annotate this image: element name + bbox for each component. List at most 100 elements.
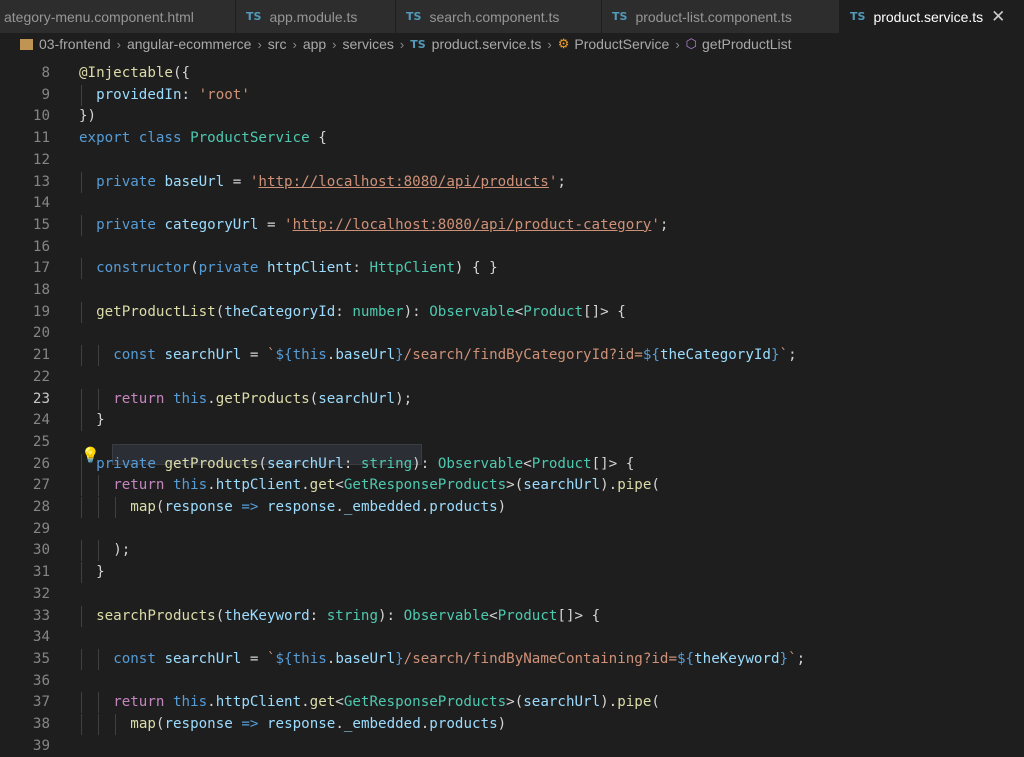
typescript-file-icon: TS <box>410 37 426 51</box>
code-text: searchProducts(theKeyword: string): Obse… <box>96 607 601 624</box>
code-line: 38 map(response => response._embedded.pr… <box>0 714 1024 735</box>
line-number: 17 <box>32 260 50 277</box>
typescript-file-icon: TS <box>612 10 628 23</box>
code-text: const searchUrl = `${this.baseUrl}/searc… <box>113 347 797 364</box>
tab-label: ategory-menu.component.html <box>4 8 194 25</box>
line-number: 34 <box>32 629 50 646</box>
code-line: 16 <box>0 237 1024 258</box>
code-line: 9 providedIn: 'root' <box>0 84 1024 106</box>
tab-app-module-ts[interactable]: TS app.module.ts <box>236 0 396 33</box>
code-line: 24 } <box>0 410 1024 432</box>
code-line: 25 <box>0 432 1024 453</box>
code-text: }) <box>79 108 97 125</box>
line-number: 20 <box>32 325 50 342</box>
line-number: 38 <box>32 716 50 732</box>
code-line: 11 export class ProductService { <box>0 128 1024 149</box>
code-line: 19 getProductList(theCategoryId: number)… <box>0 301 1024 323</box>
tab-category-menu-component-html[interactable]: ategory-menu.component.html <box>0 0 236 33</box>
code-line: 17 constructor(private httpClient: HttpC… <box>0 258 1024 280</box>
code-line: 39 <box>0 736 1024 757</box>
editor-tab-bar: ategory-menu.component.html TS app.modul… <box>0 0 1024 33</box>
code-line: 22 <box>0 367 1024 388</box>
code-editor[interactable]: 💡 8 @Injectable({9 providedIn: 'root' 10})… <box>0 55 1024 755</box>
code-line: 14 <box>0 193 1024 214</box>
tab-label: product.service.ts <box>873 8 984 25</box>
line-number: 10 <box>32 108 50 125</box>
code-line: 20 <box>0 323 1024 344</box>
breadcrumb-item[interactable]: 03-frontend <box>39 36 111 52</box>
code-text: map(response => response._embedded.produ… <box>130 499 507 515</box>
breadcrumb-item[interactable]: services <box>343 36 394 52</box>
class-symbol-icon: ⚙ <box>557 36 570 51</box>
code-text: providedIn: 'root' <box>96 86 250 103</box>
code-line: 13 private baseUrl = 'http://localhost:8… <box>0 171 1024 193</box>
tab-label: product-list.component.ts <box>635 8 792 25</box>
line-number: 15 <box>32 216 50 233</box>
code-line: 37 return this.httpClient.get<GetRespons… <box>0 692 1024 714</box>
code-line: 28 map(response => response._embedded.pr… <box>0 497 1024 518</box>
code-line: 18 <box>0 280 1024 301</box>
code-text: private getProducts(searchUrl: string): … <box>96 455 635 472</box>
line-number: 11 <box>32 130 50 147</box>
breadcrumb-file[interactable]: product.service.ts <box>432 36 542 52</box>
breadcrumb-class[interactable]: ProductService <box>574 36 669 52</box>
code-line: 23 return this.getProducts(searchUrl); <box>0 388 1024 410</box>
line-number: 13 <box>32 173 50 190</box>
line-number: 16 <box>32 238 50 255</box>
code-line: 29 <box>0 519 1024 540</box>
code-text: export class ProductService { <box>79 130 327 147</box>
chevron-right-icon: › <box>675 36 680 52</box>
typescript-file-icon: TS <box>246 10 262 23</box>
code-line: 36 <box>0 671 1024 692</box>
line-number: 22 <box>32 368 50 385</box>
code-text: constructor(private httpClient: HttpClie… <box>96 260 498 277</box>
line-number: 36 <box>32 672 50 689</box>
tab-product-service-ts[interactable]: TS product.service.ts ✕ <box>840 0 1024 33</box>
line-number: 12 <box>32 151 50 168</box>
typescript-file-icon: TS <box>406 10 422 23</box>
code-line: 21 const searchUrl = `${this.baseUrl}/se… <box>0 345 1024 367</box>
chevron-right-icon: › <box>292 36 297 52</box>
code-text: private categoryUrl = 'http://localhost:… <box>96 216 669 233</box>
code-text: getProductList(theCategoryId: number): O… <box>96 303 626 320</box>
breadcrumb-item[interactable]: angular-ecommerce <box>127 36 252 52</box>
code-line: 30 ); <box>0 540 1024 562</box>
code-text: @Injectable({ <box>79 65 191 81</box>
chevron-right-icon: › <box>332 36 337 52</box>
breadcrumb: 03-frontend › angular-ecommerce › src › … <box>0 33 1024 55</box>
line-number: 19 <box>32 303 50 320</box>
breadcrumb-item[interactable]: src <box>268 36 287 52</box>
line-number: 30 <box>32 542 50 559</box>
line-number: 26 <box>32 455 50 472</box>
chevron-right-icon: › <box>116 36 121 52</box>
line-number: 8 <box>41 65 50 81</box>
line-number: 24 <box>32 412 50 429</box>
code-line: 8 @Injectable({ <box>0 63 1024 84</box>
code-line: 10}) <box>0 106 1024 127</box>
code-text: ); <box>113 542 131 559</box>
close-tab-icon[interactable]: ✕ <box>991 7 1005 27</box>
code-text: return this.httpClient.get<GetResponsePr… <box>113 477 660 494</box>
line-number: 37 <box>32 694 50 711</box>
folder-icon <box>20 38 33 50</box>
line-number: 25 <box>32 433 50 450</box>
line-number: 27 <box>32 477 50 494</box>
chevron-right-icon: › <box>547 36 552 52</box>
line-number: 18 <box>32 282 50 298</box>
tab-search-component-ts[interactable]: TS search.component.ts <box>396 0 602 33</box>
breadcrumb-item[interactable]: app <box>303 36 326 52</box>
code-line: 35 const searchUrl = `${this.baseUrl}/se… <box>0 648 1024 670</box>
breadcrumb-method[interactable]: getProductList <box>702 36 792 52</box>
code-line: 32 <box>0 584 1024 605</box>
code-line: 31 } <box>0 562 1024 584</box>
tab-product-list-component-ts[interactable]: TS product-list.component.ts <box>602 0 840 33</box>
line-number: 21 <box>32 347 50 364</box>
code-text: private baseUrl = 'http://localhost:8080… <box>96 173 566 190</box>
code-text: const searchUrl = `${this.baseUrl}/searc… <box>113 650 806 667</box>
line-number: 23 <box>32 390 50 407</box>
line-number: 29 <box>32 520 50 537</box>
code-line: 34 <box>0 627 1024 648</box>
chevron-right-icon: › <box>257 36 262 52</box>
line-number: 33 <box>32 607 50 624</box>
line-number: 39 <box>32 737 50 754</box>
